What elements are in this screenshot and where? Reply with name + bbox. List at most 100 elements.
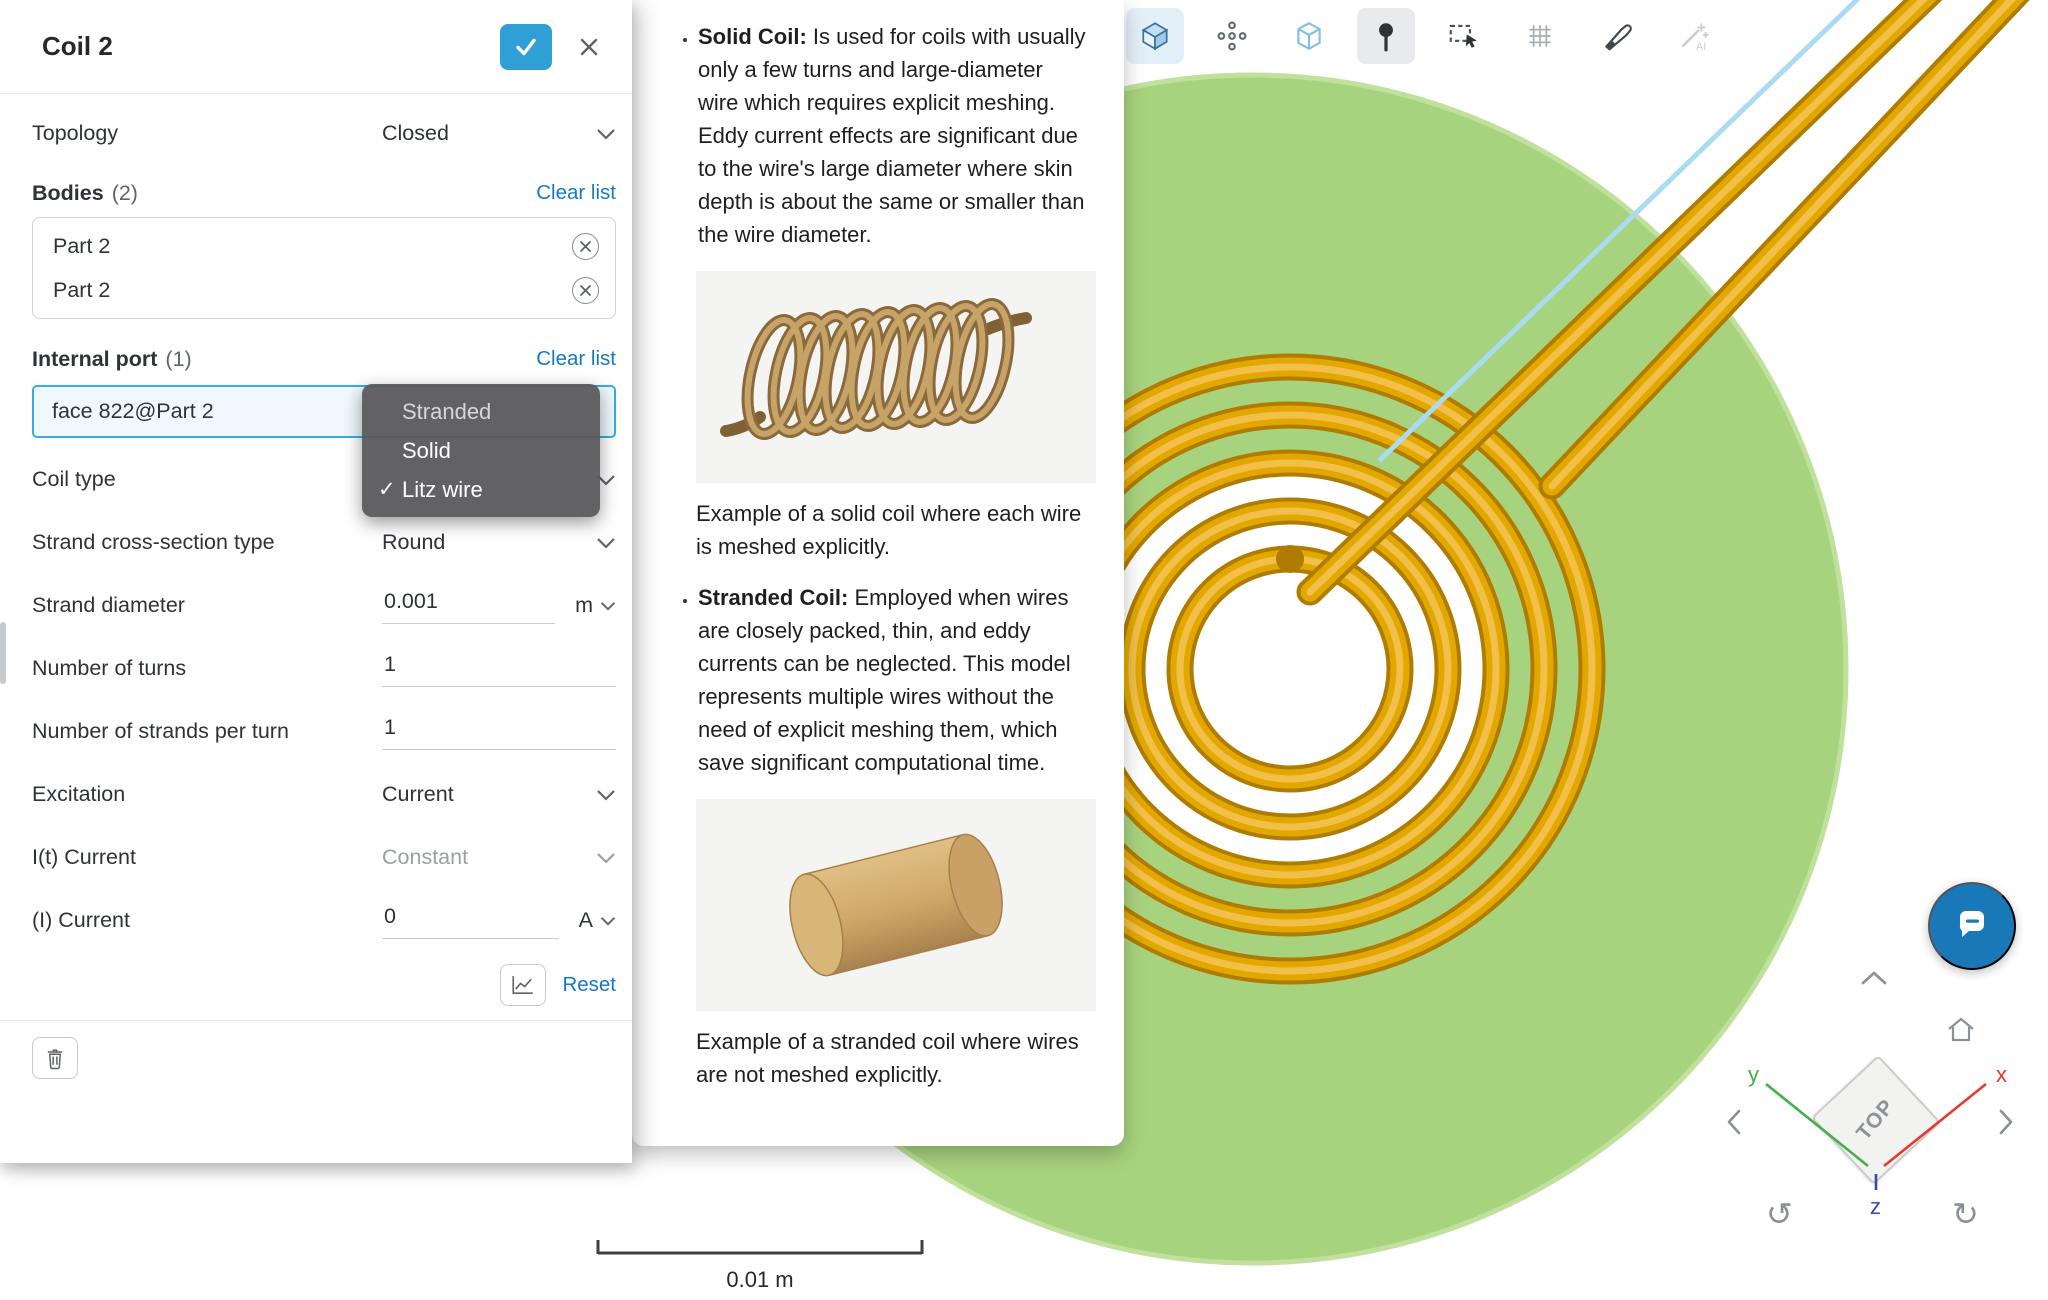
stranded-coil-help-item: Stranded Coil: Employed when wires are c… [698,581,1086,1091]
trash-icon [43,1045,67,1071]
i-current-label: (I) Current [32,908,382,933]
bodies-count: (2) [112,181,138,206]
internal-port-count: (1) [165,347,191,372]
bodies-list: Part 2 Part 2 [32,217,616,319]
remove-x-icon [579,240,592,253]
confirm-button[interactable] [500,24,552,70]
nav-rotate-right-button[interactable] [1998,1108,2014,1139]
panel-title: Coil 2 [42,31,500,62]
strands-per-turn-label: Number of strands per turn [32,719,382,744]
pin-icon [1369,19,1403,53]
stranded-coil-text: Employed when wires are closely packed, … [698,585,1071,775]
rotate-cw-icon: ↻ [1952,1196,1979,1232]
remove-body-button[interactable] [572,233,599,260]
view-cube-tool-button[interactable] [1126,8,1184,64]
chevron-left-icon [1726,1108,1742,1136]
home-icon [1946,1016,1976,1044]
internal-port-label: Internal port [32,347,157,372]
strand-cross-section-select[interactable]: Round [382,530,616,555]
support-chat-button[interactable] [1928,882,2016,970]
box-select-tool-button[interactable] [1434,8,1492,64]
dropdown-option-solid[interactable]: Solid [362,431,600,470]
x-axis-label: x [1996,1062,2007,1087]
strand-cross-section-value: Round [382,530,445,555]
chevron-up-icon [1860,970,1888,986]
body-item-label: Part 2 [53,278,572,303]
it-current-select[interactable]: Constant [382,845,616,870]
strand-cross-section-row: Strand cross-section type Round [32,511,616,574]
dropdown-option-litz-wire[interactable]: ✓ Litz wire [362,470,600,509]
plot-button[interactable] [500,964,546,1006]
nav-tilt-up-button[interactable] [1860,970,1888,989]
solid-coil-lead: Solid Coil: [698,24,807,49]
coil-settings-panel: Coil 2 Topology Closed [0,0,632,1163]
bodies-header: Bodies (2) Clear list [32,169,616,217]
internal-port-clear-list-link[interactable]: Clear list [536,347,616,371]
mesh-tool-button[interactable] [1511,8,1569,64]
app-window: AI Solid Coil: Is used for coils with us… [0,0,2048,1300]
option-label: Solid [402,438,451,464]
nav-cube-top-face[interactable] [1811,1055,1941,1185]
probe-pin-tool-button[interactable] [1357,8,1415,64]
internal-port-value: face 822@Part 2 [52,399,214,424]
chevron-down-icon [600,916,616,926]
strand-diameter-row: Strand diameter 0.001 m [32,574,616,637]
solid-coil-caption: Example of a solid coil where each wire … [696,497,1086,563]
bodies-clear-list-link[interactable]: Clear list [536,181,616,205]
topology-label: Topology [32,121,382,146]
it-current-label: I(t) Current [32,845,382,870]
reset-link[interactable]: Reset [562,973,616,997]
number-of-turns-row: Number of turns 1 [32,637,616,700]
it-current-value: Constant [382,845,468,870]
dropdown-option-stranded[interactable]: Stranded [362,392,600,431]
option-checkmark: ✓ [378,477,402,502]
topology-select[interactable]: Closed [382,121,616,146]
geometry-prism-tool-button[interactable] [1280,8,1338,64]
strands-per-turn-row: Number of strands per turn 1 [32,700,616,763]
nav-roll-cw-button[interactable]: ↻ [1952,1198,1979,1230]
i-current-unit: A [579,908,593,933]
box-select-icon [1446,19,1480,53]
knife-tool-button[interactable] [1588,8,1646,64]
excitation-select[interactable]: Current [382,782,616,807]
close-icon [578,36,600,58]
nav-roll-ccw-button[interactable]: ↺ [1766,1198,1793,1230]
remove-body-button[interactable] [572,277,599,304]
body-list-item[interactable]: Part 2 [33,224,615,268]
chevron-down-icon [596,789,616,801]
strand-diameter-label: Strand diameter [32,593,382,618]
delete-coil-button[interactable] [32,1037,78,1079]
strands-per-turn-input[interactable]: 1 [382,713,616,750]
body-list-item[interactable]: Part 2 [33,268,615,312]
nav-home-button[interactable] [1946,1016,1976,1047]
strand-diameter-unit-select[interactable]: m [575,593,616,618]
mesh-grid-icon [1523,19,1557,53]
strand-cross-section-label: Strand cross-section type [32,530,382,555]
point-cloud-tool-button[interactable] [1203,8,1261,64]
option-label: Stranded [402,399,491,425]
ai-label: AI [1696,41,1706,53]
ai-assistant-tool-button[interactable]: AI [1665,8,1723,64]
chevron-down-icon [596,852,616,864]
chevron-down-icon [600,601,616,611]
strand-diameter-input[interactable]: 0.001 [382,587,555,624]
number-of-turns-input[interactable]: 1 [382,650,616,687]
panel-scroll-indicator[interactable] [0,622,6,684]
chat-bubble-icon [1950,904,1994,948]
number-of-turns-label: Number of turns [32,656,382,681]
i-current-unit-select[interactable]: A [579,908,616,933]
stranded-coil-figure [696,799,1096,1011]
chevron-down-icon [596,537,616,549]
stranded-coil-description: Stranded Coil: Employed when wires are c… [698,581,1086,779]
internal-port-header: Internal port (1) Clear list [32,335,616,383]
close-button[interactable] [566,24,612,70]
prism-icon [1292,19,1326,53]
coil-inner-wire-end [1276,545,1304,573]
i-current-input[interactable]: 0 [382,902,559,939]
bodies-label: Bodies [32,181,104,206]
it-current-row: I(t) Current Constant [32,826,616,889]
strand-diameter-unit: m [575,593,593,618]
nav-rotate-left-button[interactable] [1726,1108,1742,1139]
topology-row: Topology Closed [32,102,616,165]
viewer-toolbar: AI [1126,8,1723,64]
